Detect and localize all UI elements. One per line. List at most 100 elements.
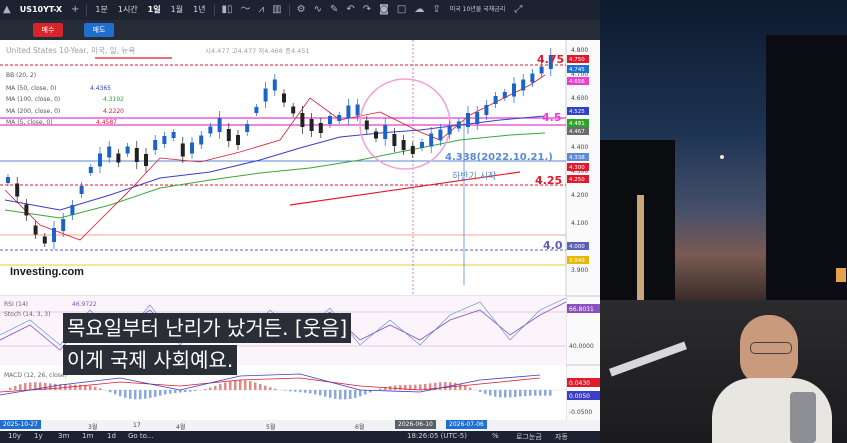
bar-chart-icon[interactable]: ▥ <box>269 2 284 18</box>
range-3m[interactable]: 3m <box>58 432 69 440</box>
x-label-17: 17 <box>133 422 141 429</box>
goto-date[interactable]: Go to... <box>128 432 154 440</box>
range-1y[interactable]: 1y <box>34 432 43 440</box>
symbol-selector[interactable]: US10YT-X <box>16 2 66 18</box>
macd-bar <box>249 381 252 390</box>
macd-bar <box>94 386 97 390</box>
redo-icon[interactable]: ↷ <box>360 2 374 18</box>
line-chart-icon[interactable]: 〜 <box>238 2 254 18</box>
ohlc-readout: 시4.477 고4.477 저4.468 종4.451 <box>205 46 310 55</box>
macd-bar <box>309 390 312 394</box>
auto-scale-toggle[interactable]: 자동 <box>555 432 568 442</box>
indicator-search-field[interactable]: 미국 10년물 국채금리 <box>446 2 510 18</box>
buy-button[interactable]: 매수 <box>33 23 63 37</box>
macd-tag-3: -0.0500 <box>569 409 592 416</box>
annotation-second-half: 하반기 시작 <box>452 171 496 182</box>
macd-bar <box>254 382 257 390</box>
log-scale-toggle[interactable]: 로그눈금 <box>516 432 542 442</box>
lit-window <box>836 268 846 282</box>
rsi-value: 46.9722 <box>72 301 97 308</box>
macd-bar <box>29 382 32 390</box>
cloud-save-icon[interactable]: ☁ <box>411 2 427 18</box>
macd-bar <box>479 390 482 392</box>
macd-bar <box>534 390 537 396</box>
interval-1min[interactable]: 1분 <box>91 2 111 18</box>
candle-body <box>539 66 544 74</box>
candle-body <box>447 125 452 135</box>
interval-1day[interactable]: 1일 <box>144 2 165 18</box>
candle-body <box>236 135 240 145</box>
macd-bar <box>489 390 492 396</box>
fullscreen-icon[interactable]: ⤢ <box>511 2 525 18</box>
candle-body <box>61 219 66 231</box>
undo-icon[interactable]: ↶ <box>343 2 357 18</box>
indicator-ma5[interactable]: MA (5, close, 0) <box>6 119 53 126</box>
macd-bar <box>189 390 192 392</box>
macd-bar <box>184 390 187 393</box>
camera-icon[interactable]: ◙ <box>376 2 392 18</box>
indicator-ma200[interactable]: MA (200, close, 0) <box>6 108 60 115</box>
macd-bar <box>194 390 197 392</box>
macd-bar <box>139 390 142 400</box>
candle-body <box>125 146 130 154</box>
range-10y[interactable]: 10y <box>8 432 21 440</box>
candle-body <box>98 153 102 167</box>
macd-bar <box>304 390 307 393</box>
subtitle-caption: 목요일부터 난리가 났거든. [웃음] 이게 국제 사회예요. <box>63 313 352 377</box>
macd-bar <box>399 385 402 390</box>
drawing-icon[interactable]: ✎ <box>327 2 341 18</box>
candle-type-icon[interactable]: ▮▯ <box>219 2 236 18</box>
macd-bar <box>239 380 242 390</box>
candle-body <box>337 115 342 121</box>
macd-bar <box>24 383 27 390</box>
subtitle-line-2: 이게 국제 사회예요. <box>63 345 238 375</box>
macd-bar <box>134 390 137 400</box>
candle-body <box>291 106 296 114</box>
candle-body <box>70 205 75 215</box>
indicators-icon[interactable]: ∿ <box>311 2 325 18</box>
indicator-ma50[interactable]: MA (50, close, 0) <box>6 85 56 92</box>
macd-bar <box>109 390 112 393</box>
indicator-ma50-value: 4.4365 <box>90 85 111 92</box>
interval-1hour[interactable]: 1시간 <box>114 2 142 18</box>
macd-bar <box>344 390 347 400</box>
macd-bar <box>419 384 422 390</box>
percent-toggle[interactable]: % <box>492 432 499 440</box>
macd-bar <box>159 390 162 396</box>
interval-1year[interactable]: 1년 <box>189 2 209 18</box>
candle-body <box>24 204 29 216</box>
macd-bar <box>209 387 212 390</box>
macd-bar <box>284 390 287 391</box>
area-chart-icon[interactable]: ⩘ <box>256 2 268 18</box>
x-label-apr: 4월 <box>176 424 186 431</box>
order-bar: 매수 매도 <box>0 20 600 40</box>
candle-body <box>134 148 139 162</box>
rsi-label[interactable]: RSI (14) <box>4 301 28 308</box>
sell-button[interactable]: 매도 <box>84 23 114 37</box>
x-axis-row: 2025-10-27 3월 17 4월 5월 6월 2026-06-10 202… <box>0 420 600 431</box>
menu-bell-icon[interactable]: ▲ <box>0 2 14 18</box>
macd-bar <box>149 390 152 398</box>
candle-body <box>484 105 489 115</box>
macd-bar <box>164 390 167 395</box>
candle-body <box>392 134 397 146</box>
interval-1month[interactable]: 1월 <box>167 2 187 18</box>
macd-label[interactable]: MACD (12, 26, close) <box>4 372 67 379</box>
rsi-tag-mid: 40.0000 <box>569 343 594 350</box>
macd-bar <box>529 390 532 396</box>
compare-add-icon[interactable]: + <box>68 2 82 18</box>
candle-body <box>493 96 498 104</box>
y-tick: 4.100 <box>571 220 588 227</box>
candle-body <box>456 121 461 129</box>
cloud-upload-icon[interactable]: ⇪ <box>429 2 443 18</box>
indicator-ma100[interactable]: MA (100, close, 0) <box>6 96 60 103</box>
range-1m[interactable]: 1m <box>82 432 93 440</box>
macd-bar <box>459 383 462 390</box>
price-tag: 3.949 <box>569 258 585 264</box>
color-box-icon[interactable]: □ <box>394 2 409 18</box>
settings-gear-icon[interactable]: ⚙ <box>294 2 309 18</box>
candle-body <box>383 125 388 139</box>
range-1d[interactable]: 1d <box>107 432 116 440</box>
stoch-label[interactable]: Stoch (14, 3, 3) <box>4 311 50 318</box>
indicator-bb[interactable]: BB (20, 2) <box>6 72 36 79</box>
